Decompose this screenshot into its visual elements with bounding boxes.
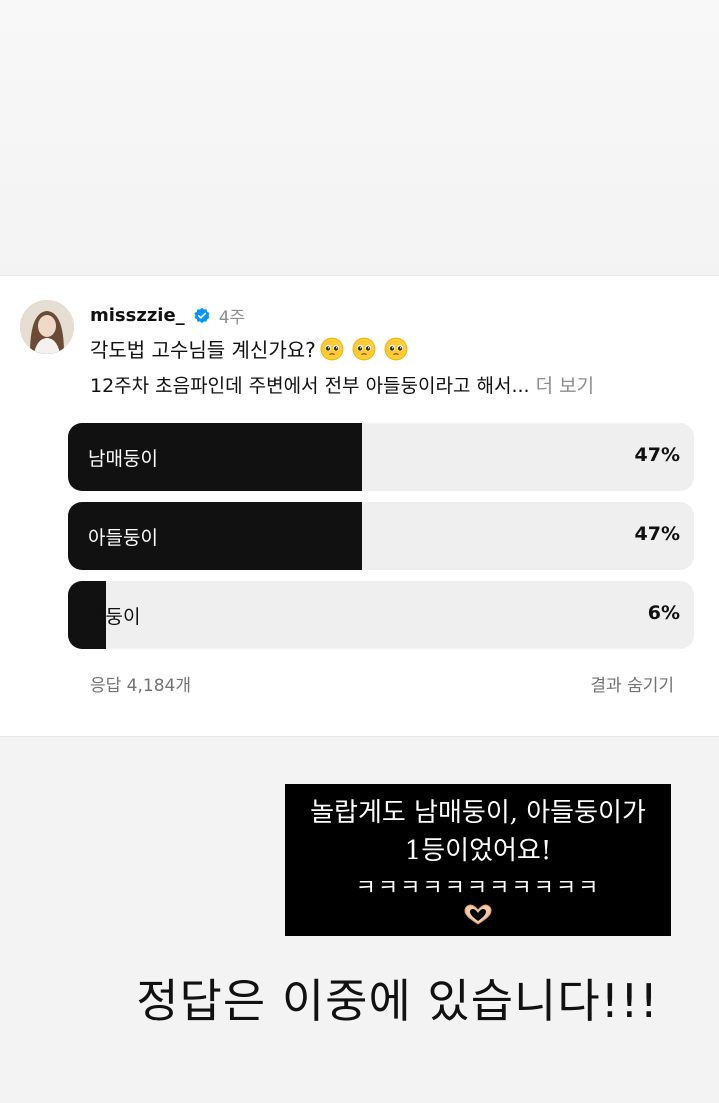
post-time: 4주 <box>218 308 246 328</box>
poll-option-label: 딸둥이 <box>88 606 141 628</box>
poll-option-percent: 6% <box>647 602 680 624</box>
story-caption-line-2: 1등이었어요! <box>404 836 552 866</box>
story-caption-line-3: ㅋㅋㅋㅋㅋㅋㅋㅋㅋㅋㅋ <box>355 876 601 901</box>
pleading-face-emoji-icon <box>320 337 344 360</box>
poll-option-1[interactable]: 남매둥이 47% <box>68 423 694 491</box>
caption-line-1: 각도법 고수님들 계신가요? <box>90 334 408 363</box>
poll-option-percent: 47% <box>634 523 680 545</box>
avatar[interactable] <box>20 300 74 354</box>
username[interactable]: misszzie_ <box>90 305 185 326</box>
hide-results-button[interactable]: 결과 숨기기 <box>590 671 674 696</box>
more-link[interactable]: 더 보기 <box>536 375 594 397</box>
story-background-top <box>0 0 719 275</box>
caption-text: 각도법 고수님들 계신가요? <box>90 338 316 362</box>
story-caption-line-1: 놀랍게도 남매둥이, 아들둥이가 <box>310 798 646 828</box>
poll-option-label: 아들둥이 <box>88 527 158 549</box>
post-header: misszzie_ 4주 <box>90 303 245 328</box>
poll-option-percent: 47% <box>634 444 680 466</box>
poll-option-3[interactable]: 딸둥이 6% <box>68 581 694 649</box>
shared-post-card[interactable]: misszzie_ 4주 각도법 고수님들 계신가요? 12주차 초음파인데 주… <box>0 275 719 737</box>
emoji-group <box>320 337 408 361</box>
pleading-face-emoji-icon <box>384 337 408 360</box>
caption-text-2: 12주차 초음파인데 주변에서 전부 아들둥이라고 해서... <box>90 375 530 397</box>
story-text-box: 놀랍게도 남매둥이, 아들둥이가 1등이었어요! ㅋㅋㅋㅋㅋㅋㅋㅋㅋㅋㅋ <box>285 784 671 936</box>
poll-option-2[interactable]: 아들둥이 47% <box>68 502 694 570</box>
poll-footer: 응답 4,184개 결과 숨기기 <box>90 671 674 696</box>
pleading-face-emoji-icon <box>352 337 376 360</box>
poll-option-label: 남매둥이 <box>88 448 158 470</box>
story-big-caption: 정답은 이중에 있습니다!!! <box>136 974 659 1028</box>
caption-line-2: 12주차 초음파인데 주변에서 전부 아들둥이라고 해서... 더 보기 <box>90 371 594 398</box>
poll-response-count: 응답 4,184개 <box>90 676 191 696</box>
verified-badge-icon <box>194 307 210 323</box>
heart-hands-icon <box>464 904 492 925</box>
